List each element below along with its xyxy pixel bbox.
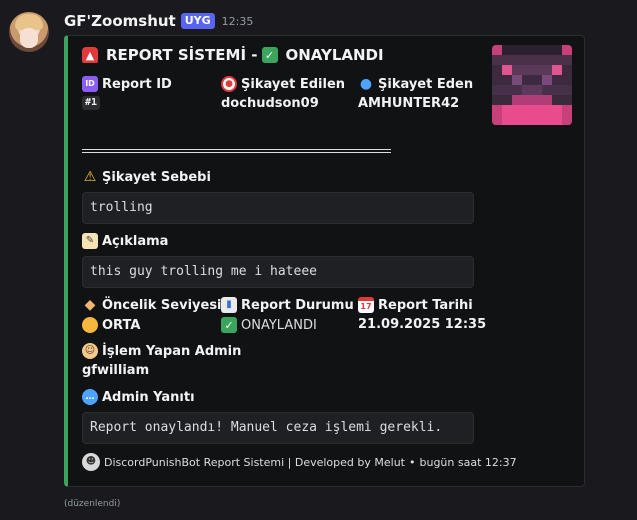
target-icon: ● bbox=[221, 76, 237, 92]
field-report-date: 17 Report Tarihi 21.09.2025 12:35 bbox=[358, 297, 486, 332]
check-mark-icon: ✓ bbox=[261, 47, 278, 63]
admin-value: gfwilliam bbox=[82, 363, 150, 378]
label-tag-icon: ◆ bbox=[84, 297, 96, 313]
field-priority: ◆ Öncelik Seviyesi ORTA bbox=[82, 297, 222, 333]
field-reporter-name: Şikayet Eden bbox=[378, 76, 474, 92]
field-priority-name: Öncelik Seviyesi bbox=[102, 297, 222, 313]
reported-user-value: dochudson09 bbox=[221, 96, 319, 111]
message-timestamp[interactable]: 12:35 bbox=[222, 15, 254, 28]
field-status-name: Report Durumu bbox=[241, 297, 354, 313]
embed-title: ▲ REPORT SİSTEMİ - ✓ ONAYLANDI bbox=[82, 46, 384, 64]
field-reason: ⚠ Şikayet Sebebi bbox=[82, 169, 211, 185]
person-icon: ● bbox=[359, 76, 373, 92]
siren-icon: ▲ bbox=[82, 47, 98, 63]
admin-person-icon: ☺ bbox=[82, 343, 98, 359]
report-id-value: #1 bbox=[82, 96, 101, 110]
field-date-name: Report Tarihi bbox=[378, 297, 473, 313]
footer-timestamp: bugün saat 12:37 bbox=[419, 455, 517, 469]
check-mark-icon: ✓ bbox=[221, 317, 237, 333]
calendar-icon: 17 bbox=[358, 297, 374, 313]
reason-code-block[interactable]: trolling bbox=[82, 192, 474, 224]
divider bbox=[82, 149, 391, 153]
username[interactable]: GF'Zoomshut bbox=[64, 12, 176, 30]
field-report-id-name: Report ID bbox=[102, 76, 172, 92]
date-value: 21.09.2025 12:35 bbox=[358, 317, 487, 332]
orange-circle-icon bbox=[82, 317, 98, 333]
bot-icon: ☻ bbox=[82, 453, 100, 471]
edited-label: (düzenlendi) bbox=[64, 499, 121, 509]
field-reason-name: Şikayet Sebebi bbox=[102, 169, 211, 185]
priority-value: ORTA bbox=[102, 317, 141, 333]
embed-thumbnail[interactable] bbox=[492, 45, 572, 125]
status-value: ONAYLANDI bbox=[241, 317, 317, 333]
embed-footer: ☻ DiscordPunishBot Report Sistemi | Deve… bbox=[82, 453, 517, 471]
speech-bubble-icon: … bbox=[82, 389, 98, 405]
warning-icon: ⚠ bbox=[83, 169, 97, 185]
id-icon: ID bbox=[82, 76, 98, 92]
description-code-block[interactable]: this guy trolling me i hateee bbox=[82, 256, 474, 288]
field-admin-name: İşlem Yapan Admin bbox=[102, 343, 242, 359]
server-tag-badge[interactable]: UYG bbox=[180, 13, 215, 29]
admin-reply-code-block[interactable]: Report onaylandı! Manuel ceza işlemi ger… bbox=[82, 412, 474, 444]
field-admin: ☺ İşlem Yapan Admin gfwilliam bbox=[82, 343, 241, 378]
bar-chart-icon: ▮ bbox=[221, 297, 237, 313]
embed-title-status: ONAYLANDI bbox=[285, 46, 384, 64]
field-description: ✎ Açıklama bbox=[82, 233, 168, 249]
field-report-id: ID Report ID #1 bbox=[82, 76, 172, 110]
field-reported-name: Şikayet Edilen bbox=[241, 76, 346, 92]
user-avatar[interactable] bbox=[9, 12, 49, 52]
field-admin-reply-name: Admin Yanıtı bbox=[102, 389, 195, 405]
footer-separator: • bbox=[408, 455, 416, 469]
embed-title-prefix: REPORT SİSTEMİ - bbox=[106, 46, 258, 64]
message-header: GF'Zoomshut UYG 12:35 bbox=[64, 11, 253, 31]
footer-text: DiscordPunishBot Report Sistemi | Develo… bbox=[104, 455, 405, 469]
field-reporter: ● Şikayet Eden AMHUNTER42 bbox=[358, 76, 474, 112]
report-embed: ▲ REPORT SİSTEMİ - ✓ ONAYLANDI ID Report … bbox=[64, 35, 585, 487]
field-admin-reply: … Admin Yanıtı bbox=[82, 389, 195, 405]
reporter-value: AMHUNTER42 bbox=[358, 96, 460, 111]
field-description-name: Açıklama bbox=[102, 233, 169, 249]
memo-icon: ✎ bbox=[82, 233, 98, 249]
field-reported-user: ● Şikayet Edilen dochudson09 bbox=[221, 76, 345, 111]
field-report-status: ▮ Report Durumu ✓ ONAYLANDI bbox=[221, 297, 354, 333]
